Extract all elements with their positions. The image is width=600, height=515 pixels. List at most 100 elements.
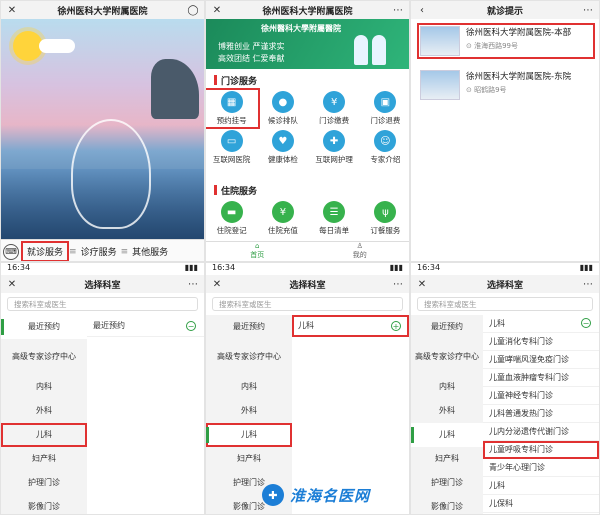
menu-treatment-services[interactable]: 诊疗服务 bbox=[77, 243, 121, 260]
category-expert[interactable]: 高级专家诊疗中心 bbox=[411, 339, 483, 375]
category-internal[interactable]: 内科 bbox=[411, 375, 483, 399]
category-surgery[interactable]: 外科 bbox=[1, 399, 87, 423]
dept-item[interactable]: 儿科 − bbox=[483, 315, 599, 333]
dept-item[interactable]: 儿童哮喘风湿免疫门诊 bbox=[483, 351, 599, 369]
internet-hospital-button[interactable]: ▭ 互联网医院 bbox=[206, 130, 257, 165]
dept-item[interactable]: 儿童血液肿瘤专科门诊 bbox=[483, 369, 599, 387]
tab-label: 我的 bbox=[352, 251, 367, 259]
dept-item[interactable]: 儿科 bbox=[483, 477, 599, 495]
banner-slogan-1: 博雅创业 严谨求实 bbox=[218, 42, 285, 51]
category-imaging[interactable]: 影像门诊 bbox=[1, 495, 87, 514]
hospital-card-main[interactable]: 徐州医科大学附属医院-本部 ⊙ 淮海西路99号 bbox=[417, 23, 595, 59]
menu-other-services[interactable]: 其他服务 bbox=[128, 243, 172, 260]
dept-item[interactable]: 儿内分泌遗传代谢门诊 bbox=[483, 423, 599, 441]
category-surgery[interactable]: 外科 bbox=[411, 399, 483, 423]
meal-order-button[interactable]: ψ 订餐服务 bbox=[360, 201, 409, 236]
admission-button[interactable]: ▬ 住院登记 bbox=[206, 201, 257, 236]
menu-visit-services[interactable]: 就诊服务 bbox=[21, 241, 70, 261]
panel-services: ✕ 徐州医科大学附属医院 ⋯ 徐州醫科大學附屬醫院 博雅创业 严谨求实 高效团结… bbox=[205, 0, 410, 262]
profile-icon[interactable]: ◯ bbox=[186, 5, 200, 16]
category-obgyn[interactable]: 妇产科 bbox=[206, 447, 292, 471]
panel-dept-pediatrics-expanded: 16:34 ▮▮▮ ✕ 选择科室 ⋯ 搜索科室或医生 最近预约 高级专家诊疗中心 … bbox=[410, 262, 600, 515]
collapse-icon[interactable]: − bbox=[581, 318, 591, 328]
health-check-button[interactable]: ♥ 健康体检 bbox=[257, 130, 308, 165]
signal-icon: ▮▮▮ bbox=[579, 263, 593, 272]
dept-item[interactable]: 儿保科 bbox=[483, 495, 599, 513]
back-icon[interactable]: ‹ bbox=[415, 5, 429, 16]
more-icon[interactable]: ⋯ bbox=[186, 279, 200, 290]
keyboard-icon[interactable]: ⌨ bbox=[3, 243, 19, 260]
doctor-icon: ☺ bbox=[374, 130, 397, 152]
monitor-icon: ▭ bbox=[220, 130, 243, 152]
category-imaging[interactable]: 影像门诊 bbox=[411, 495, 483, 514]
category-recent[interactable]: 最近预约 bbox=[1, 315, 87, 339]
dept-item[interactable]: 儿童消化专科门诊 bbox=[483, 333, 599, 351]
location-icon: ⊙ bbox=[466, 86, 475, 94]
queue-button[interactable]: ● 候诊排队 bbox=[257, 91, 308, 126]
section-inpatient: 住院服务 bbox=[206, 183, 409, 197]
search-placeholder: 搜索科室或医生 bbox=[219, 299, 272, 309]
dept-item-respiratory[interactable]: 儿童呼吸专科门诊 bbox=[483, 441, 599, 459]
category-internal[interactable]: 内科 bbox=[1, 375, 87, 399]
close-icon[interactable]: ✕ bbox=[5, 279, 19, 290]
dept-item[interactable]: 青少年心理门诊 bbox=[483, 459, 599, 477]
close-icon[interactable]: ✕ bbox=[5, 5, 19, 16]
dept-item[interactable]: 儿童神经专科门诊 bbox=[483, 387, 599, 405]
category-recent[interactable]: 最近预约 bbox=[411, 315, 483, 339]
more-icon[interactable]: ⋯ bbox=[581, 5, 595, 16]
appointment-button[interactable]: ▦ 预约挂号 bbox=[206, 88, 261, 129]
item-label: 住院登记 bbox=[216, 226, 247, 235]
whale-illustration bbox=[71, 119, 151, 229]
category-obgyn[interactable]: 妇产科 bbox=[1, 447, 87, 471]
search-input[interactable]: 搜索科室或医生 bbox=[212, 297, 403, 311]
more-icon[interactable]: ⋯ bbox=[391, 279, 405, 290]
item-label: 住院充值 bbox=[267, 226, 298, 235]
header: ✕ 徐州医科大学附属医院 ◯ bbox=[1, 1, 204, 19]
status-time: 16:34 bbox=[212, 263, 236, 272]
category-pediatrics[interactable]: 儿科 bbox=[206, 423, 292, 447]
close-icon[interactable]: ✕ bbox=[210, 5, 224, 16]
page-title: 选择科室 bbox=[486, 280, 523, 291]
category-recent[interactable]: 最近预约 bbox=[206, 315, 292, 339]
item-label: 健康体检 bbox=[267, 155, 298, 164]
hospital-card-east[interactable]: 徐州医科大学附属医院-东院 ⊙ 昭鹤路9号 bbox=[417, 67, 595, 103]
search-input[interactable]: 搜索科室或医生 bbox=[7, 297, 198, 311]
tab-me[interactable]: ♙ 我的 bbox=[309, 242, 410, 261]
category-expert[interactable]: 高级专家诊疗中心 bbox=[206, 339, 292, 375]
search-input[interactable]: 搜索科室或医生 bbox=[417, 297, 593, 311]
close-icon[interactable]: ✕ bbox=[210, 279, 224, 290]
payment-button[interactable]: ¥ 门诊缴费 bbox=[309, 91, 360, 126]
coin-icon: ¥ bbox=[271, 201, 294, 223]
collapse-icon[interactable]: − bbox=[186, 321, 196, 331]
category-internal[interactable]: 内科 bbox=[206, 375, 292, 399]
page-title: 就诊提示 bbox=[486, 6, 523, 17]
banner-logo: 徐州醫科大學附屬醫院 bbox=[261, 24, 341, 33]
page-title: 选择科室 bbox=[289, 280, 326, 291]
category-nursing[interactable]: 护理门诊 bbox=[411, 471, 483, 495]
dept-item[interactable]: 儿科普通发热门诊 bbox=[483, 405, 599, 423]
category-obgyn[interactable]: 妇产科 bbox=[411, 447, 483, 471]
more-icon[interactable]: ⋯ bbox=[391, 5, 405, 16]
refund-button[interactable]: ▣ 门诊退费 bbox=[360, 91, 409, 126]
category-pediatrics[interactable]: 儿科 bbox=[411, 423, 483, 447]
expert-intro-button[interactable]: ☺ 专家介绍 bbox=[360, 130, 409, 165]
internet-nursing-button[interactable]: ✚ 互联网护理 bbox=[309, 130, 360, 165]
tab-home[interactable]: ⌂ 首页 bbox=[206, 242, 309, 261]
watermark-logo-icon: ✚ bbox=[262, 484, 284, 506]
dept-item[interactable]: 最近预约 − bbox=[87, 315, 204, 337]
dept-item[interactable]: 儿科 + bbox=[292, 315, 409, 337]
daily-list-button[interactable]: ☰ 每日清单 bbox=[309, 201, 360, 236]
category-surgery[interactable]: 外科 bbox=[206, 399, 292, 423]
category-nursing[interactable]: 护理门诊 bbox=[1, 471, 87, 495]
more-icon[interactable]: ⋯ bbox=[581, 279, 595, 290]
item-label: 互联网医院 bbox=[212, 155, 251, 164]
item-label: 候诊排队 bbox=[267, 116, 298, 125]
close-icon[interactable]: ✕ bbox=[415, 279, 429, 290]
tab-label: 首页 bbox=[250, 251, 265, 259]
category-pediatrics[interactable]: 儿科 bbox=[1, 423, 87, 447]
section-title: 门诊服务 bbox=[221, 76, 258, 87]
expand-icon[interactable]: + bbox=[391, 321, 401, 331]
category-expert[interactable]: 高级专家诊疗中心 bbox=[1, 339, 87, 375]
deposit-button[interactable]: ¥ 住院充值 bbox=[257, 201, 308, 236]
signal-icon: ▮▮▮ bbox=[184, 263, 198, 272]
